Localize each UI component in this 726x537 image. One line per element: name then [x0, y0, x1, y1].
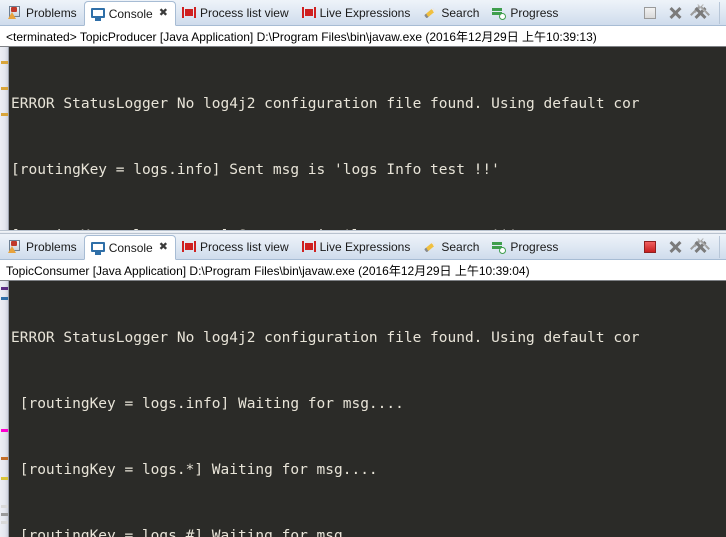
console-icon — [90, 241, 105, 255]
annotation-marker[interactable] — [1, 513, 8, 517]
console-line: [routingKey = logs.info] Waiting for msg… — [11, 396, 404, 413]
view-toolbar-top — [642, 1, 726, 25]
remove-launch-button[interactable] — [667, 239, 683, 255]
tab-progress[interactable]: Progress — [486, 1, 565, 25]
stop-button[interactable] — [642, 239, 658, 255]
toolbar-divider — [719, 2, 720, 24]
console-icon — [90, 7, 105, 21]
annotation-marker[interactable] — [1, 297, 8, 301]
console-view-producer: Problems Console ✖ Process list view Liv… — [0, 0, 726, 231]
tab-label: Live Expressions — [319, 6, 411, 20]
annotation-marker[interactable] — [1, 87, 8, 90]
tab-label: Live Expressions — [319, 240, 411, 255]
tab-console[interactable]: Console ✖ — [83, 235, 176, 261]
tab-live-expressions[interactable]: Live Expressions — [296, 235, 418, 259]
annotation-ruler[interactable] — [0, 281, 9, 537]
tab-process-list-view[interactable]: Process list view — [176, 235, 296, 259]
view-tabbar-bottom: Problems Console ✖ Process list view Liv… — [0, 234, 726, 261]
toolbar-divider — [719, 236, 720, 259]
tab-label: Problems — [26, 6, 77, 20]
console-output-producer[interactable]: ERROR StatusLogger No log4j2 configurati… — [0, 46, 726, 231]
tab-search[interactable]: Search — [417, 1, 486, 25]
annotation-marker[interactable] — [1, 457, 8, 461]
remove-all-launches-button[interactable] — [690, 239, 710, 255]
tab-label: Search — [441, 240, 480, 255]
live-expressions-icon — [301, 240, 316, 254]
annotation-marker[interactable] — [1, 61, 8, 64]
tab-live-expressions[interactable]: Live Expressions — [296, 1, 418, 25]
annotation-marker[interactable] — [1, 477, 8, 481]
console-text-consumer[interactable]: ERROR StatusLogger No log4j2 configurati… — [9, 281, 722, 537]
stop-button[interactable] — [642, 5, 658, 21]
live-expressions-icon — [301, 6, 316, 20]
search-icon — [423, 240, 437, 254]
eclipse-console-window: Problems Console ✖ Process list view Liv… — [0, 0, 726, 537]
search-icon — [423, 6, 437, 20]
progress-icon — [492, 240, 507, 255]
console-text-producer[interactable]: ERROR StatusLogger No log4j2 configurati… — [9, 47, 722, 231]
tab-console[interactable]: Console ✖ — [83, 1, 176, 26]
launch-status-line-consumer: TopicConsumer [Java Application] D:\Prog… — [0, 260, 726, 281]
annotation-marker[interactable] — [1, 113, 8, 116]
remove-all-launches-button[interactable] — [690, 5, 710, 21]
remove-launch-button[interactable] — [667, 5, 683, 21]
console-view-consumer: Problems Console ✖ Process list view Liv… — [0, 234, 726, 537]
console-right-edge — [722, 281, 726, 537]
close-icon[interactable]: ✖ — [159, 242, 168, 253]
tab-label: Console — [108, 6, 153, 21]
console-line: [routingKey = logs.info] Sent msg is 'lo… — [11, 162, 500, 178]
console-line: [routingKey = logs.error] Sent msg is 'l… — [11, 225, 722, 230]
tab-progress[interactable]: Progress — [486, 235, 565, 259]
console-line: ERROR StatusLogger No log4j2 configurati… — [11, 96, 640, 112]
annotation-marker[interactable] — [1, 287, 8, 291]
progress-icon — [492, 6, 507, 20]
tab-label: Process list view — [199, 6, 289, 20]
process-list-icon — [181, 240, 196, 254]
close-icon[interactable]: ✖ — [159, 8, 168, 19]
tab-label: Problems — [26, 240, 77, 255]
annotation-marker[interactable] — [1, 505, 8, 509]
tab-label: Progress — [510, 6, 559, 20]
problems-icon — [8, 6, 22, 20]
annotation-marker[interactable] — [1, 429, 8, 433]
console-output-consumer[interactable]: ERROR StatusLogger No log4j2 configurati… — [0, 280, 726, 537]
view-tabbar-top: Problems Console ✖ Process list view Liv… — [0, 0, 726, 26]
annotation-ruler[interactable] — [0, 47, 9, 231]
tab-label: Search — [441, 6, 480, 20]
tab-process-list-view[interactable]: Process list view — [176, 1, 296, 25]
tab-search[interactable]: Search — [417, 235, 486, 259]
console-line: [routingKey = logs.*] Waiting for msg...… — [11, 462, 378, 479]
annotation-marker[interactable] — [1, 521, 8, 525]
tab-problems[interactable]: Problems — [2, 1, 84, 25]
view-toolbar-bottom — [642, 235, 726, 259]
tab-label: Console — [108, 240, 153, 255]
tab-problems[interactable]: Problems — [2, 235, 84, 259]
tab-label: Progress — [510, 240, 559, 255]
console-right-edge — [722, 47, 726, 231]
launch-status-line-producer: <terminated> TopicProducer [Java Applica… — [0, 26, 726, 46]
console-line: ERROR StatusLogger No log4j2 configurati… — [11, 330, 640, 347]
process-list-icon — [181, 6, 196, 20]
problems-icon — [8, 240, 22, 254]
console-line: [routingKey = logs.#] Waiting for msg...… — [11, 528, 378, 537]
tab-label: Process list view — [199, 240, 289, 255]
